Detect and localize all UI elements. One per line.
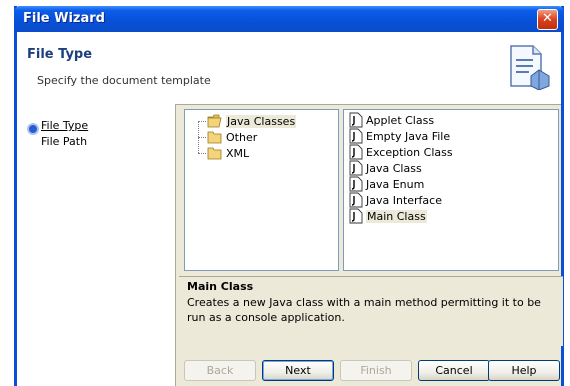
finish-button[interactable]: Finish (340, 360, 412, 381)
step-label: File Path (41, 135, 88, 148)
folder-open-icon (207, 114, 222, 128)
folder-icon (207, 131, 222, 144)
document-template-icon (510, 45, 550, 90)
category-label: XML (226, 146, 250, 160)
step-label[interactable]: File Type (41, 119, 88, 132)
java-file-icon (349, 192, 363, 208)
category-label: Other (226, 130, 258, 144)
template-main-class[interactable]: Main Class (349, 208, 427, 224)
template-label: Java Interface (366, 193, 442, 207)
wizard-header: File Type Specify the document template (17, 32, 561, 105)
back-button[interactable]: Back (184, 360, 256, 381)
template-label: Exception Class (366, 145, 453, 159)
template-empty-java-file[interactable]: Empty Java File (349, 128, 450, 144)
template-label: Java Enum (366, 177, 425, 191)
java-file-icon (349, 112, 363, 128)
java-file-icon (349, 176, 363, 192)
current-step-icon (27, 123, 39, 135)
description-text: Creates a new Java class with a main met… (187, 296, 541, 324)
java-file-icon (349, 208, 363, 224)
template-applet-class[interactable]: Applet Class (349, 112, 434, 128)
template-java-interface[interactable]: Java Interface (349, 192, 442, 208)
help-button[interactable]: Help (488, 360, 560, 381)
page-subtitle: Specify the document template (37, 74, 211, 87)
java-file-icon (349, 160, 363, 176)
step-file-path: File Path (41, 135, 87, 148)
template-label: Applet Class (366, 113, 435, 127)
folder-icon (207, 147, 222, 160)
description-title: Main Class (187, 280, 254, 293)
step-file-type[interactable]: File Type (41, 119, 88, 132)
page-title: File Type (27, 47, 93, 62)
template-label: Main Class (366, 209, 427, 223)
template-label: Java Class (366, 161, 422, 175)
category-other[interactable]: Other (207, 129, 257, 145)
close-button[interactable]: ✕ (537, 9, 558, 30)
template-java-class[interactable]: Java Class (349, 160, 422, 176)
template-list[interactable]: Applet Class Empty Java File Exception C… (343, 109, 559, 271)
category-xml[interactable]: XML (207, 145, 249, 161)
steps-panel: File Type File Path (17, 104, 176, 386)
template-selection-area: Java Classes Other XML Applet Class Empt… (179, 109, 563, 349)
category-label: Java Classes (226, 114, 297, 128)
category-java-classes[interactable]: Java Classes (207, 113, 297, 129)
next-button[interactable]: Next (262, 360, 334, 381)
button-bar: Back Next Finish Cancel Help (179, 352, 563, 386)
cancel-button[interactable]: Cancel (418, 360, 490, 381)
window-title: File Wizard (23, 11, 105, 26)
template-java-enum[interactable]: Java Enum (349, 176, 424, 192)
java-file-icon (349, 128, 363, 144)
category-tree[interactable]: Java Classes Other XML (184, 109, 339, 271)
template-description: Main Class Creates a new Java class with… (179, 276, 563, 346)
java-file-icon (349, 144, 363, 160)
template-exception-class[interactable]: Exception Class (349, 144, 453, 160)
file-wizard-window: File Wizard ✕ File Type Specify the docu… (14, 6, 564, 386)
template-label: Empty Java File (366, 129, 451, 143)
title-bar[interactable]: File Wizard ✕ (14, 6, 564, 32)
